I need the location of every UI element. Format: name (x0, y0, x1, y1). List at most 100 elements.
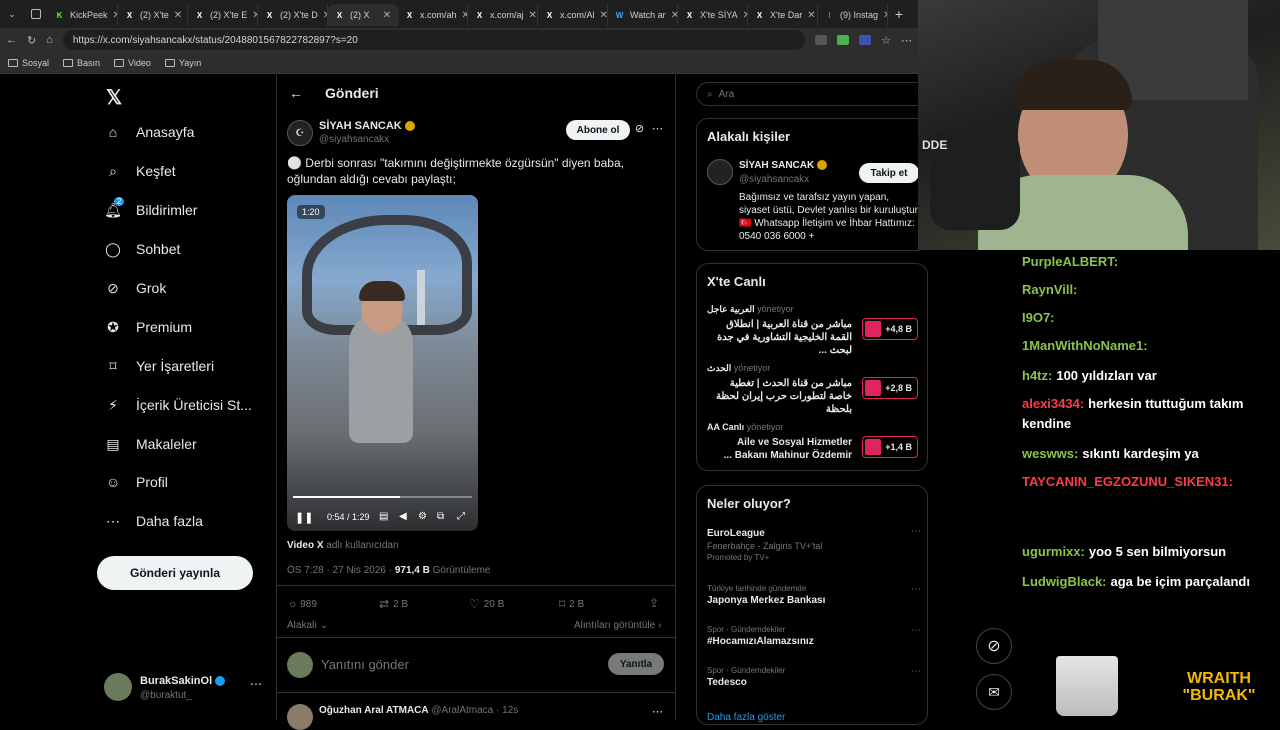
url-bar[interactable]: https://x.com/siyahsancakx/status/204880… (62, 30, 806, 50)
subscribe-button[interactable]: Abone ol (566, 120, 630, 140)
video-player[interactable]: 1:20 ❚❚ 0:54 / 1:29 ▤ ◀ ⚙ ⧉ ⤢ (287, 195, 478, 531)
nav-item-premium[interactable]: ✪ Premium (104, 318, 192, 336)
nav-item-bookmark[interactable]: ⌑ Yer İşaretleri (104, 357, 214, 375)
chat-username[interactable]: 1ManWithNoName1: (1022, 338, 1148, 353)
show-more-link[interactable]: Daha fazla göster (707, 712, 785, 723)
bookmark-folder[interactable]: Sosyal (8, 58, 49, 68)
browser-tab[interactable]: XX'te SİYA✕ (678, 4, 748, 26)
tab-list-dropdown[interactable]: ⌄ (0, 3, 24, 25)
trend-item[interactable]: Spor · Gündemdekiler Tedesco ⋯ (707, 666, 921, 688)
close-icon[interactable]: ✕ (671, 10, 677, 21)
relevant-person-name[interactable]: SİYAH SANCAK (739, 160, 814, 171)
extension-icon[interactable] (815, 35, 828, 45)
post-timestamp[interactable]: ÖS 7:28 · 27 Nis 2026 · (287, 565, 395, 576)
video-attribution-source[interactable]: Video X (287, 540, 324, 551)
chat-username[interactable]: PurpleALBERT: (1022, 254, 1118, 269)
home-browser-icon[interactable]: ⌂ (46, 34, 53, 46)
pip-icon[interactable]: ⧉ (437, 511, 444, 522)
nav-item-chat[interactable]: ◯ Sohbet (104, 240, 180, 258)
follow-button[interactable]: Takip et (859, 163, 919, 183)
browser-tab[interactable]: W Watch ar ✕ (608, 4, 678, 26)
more-dots-icon[interactable]: ⋯ (250, 677, 262, 691)
trend-item[interactable]: Türkiye tarihinde gündemde Japonya Merkez… (707, 584, 921, 606)
chat-username[interactable]: RaynVill: (1022, 282, 1077, 297)
author-avatar[interactable] (707, 159, 733, 185)
browser-tab[interactable]: X (2) X'te ✕ (118, 4, 188, 26)
grok-icon[interactable]: ⊘ (635, 122, 644, 135)
nav-item-grok[interactable]: ⊘ Grok (104, 279, 166, 297)
chat-username[interactable]: ugurmixx: (1022, 544, 1085, 559)
settings-menu-icon[interactable]: ⋯ (901, 34, 912, 47)
more-dots-icon[interactable]: ⋯ (911, 666, 921, 677)
post-button[interactable]: Gönderi yayınla (97, 556, 253, 590)
volume-icon[interactable]: ◀ (399, 511, 407, 522)
browser-tab[interactable]: Xx.com/Al ✕ (538, 4, 608, 26)
share-icon[interactable]: ⇪ (649, 596, 659, 610)
reply-button[interactable]: ○ 989 (289, 597, 317, 611)
like-button[interactable]: ♡ 20 B (469, 597, 504, 611)
settings-icon[interactable]: ⚙ (418, 511, 427, 522)
chat-username[interactable]: h4tz: (1022, 368, 1052, 383)
pause-icon[interactable]: ❚❚ (295, 511, 313, 524)
more-dots-icon[interactable]: ⋯ (652, 705, 663, 718)
close-icon[interactable]: ✕ (600, 10, 607, 21)
more-dots-icon[interactable]: ⋯ (911, 584, 921, 595)
author-name[interactable]: SİYAH SANCAK (319, 120, 402, 132)
back-arrow-icon[interactable]: ← (289, 85, 303, 101)
repost-button[interactable]: ⇄ 2 B (379, 597, 408, 611)
extension-icon[interactable] (837, 35, 850, 45)
reload-icon[interactable]: ↻ (27, 34, 36, 47)
account-switcher[interactable]: BurakSakinOl @buraktut_ ⋯ (104, 671, 264, 705)
browser-tab[interactable]: X X'te Dar ✕ (748, 4, 818, 26)
browser-tab[interactable]: X(2) X'te D✕ (258, 4, 328, 26)
new-tab-button[interactable]: + (888, 6, 910, 22)
trend-item[interactable]: EuroLeague Fenerbahçe - Zalgiris TV+'tal P… (707, 526, 921, 562)
close-icon[interactable]: ✕ (529, 10, 537, 21)
browser-tab[interactable]: X(2) X'te E✕ (188, 4, 258, 26)
nav-item-search[interactable]: ⌕ Keşfet (104, 162, 176, 180)
nav-item-bell[interactable]: 🔔︎ 2 Bildirimler (104, 197, 197, 219)
nav-item-home[interactable]: ⌂ Anasayfa (104, 123, 195, 141)
chat-username[interactable]: alexi3434: (1022, 396, 1084, 411)
browser-tab[interactable]: Xx.com/aj ✕ (468, 4, 538, 26)
captions-icon[interactable]: ▤ (379, 511, 388, 522)
video-progress-track[interactable] (293, 496, 472, 498)
bookmark-folder[interactable]: Basın (63, 58, 100, 68)
more-dots-icon[interactable]: ⋯ (911, 625, 921, 636)
author-avatar[interactable]: ☪ (287, 120, 313, 146)
grok-float-icon[interactable]: ⊘ (976, 628, 1012, 664)
reply-author-name[interactable]: Oğuzhan Aral ATMACA (319, 705, 429, 716)
reply-submit-button[interactable]: Yanıtla (608, 653, 664, 675)
x-logo-icon[interactable]: 𝕏 (106, 85, 122, 110)
chat-username[interactable]: weswws: (1022, 446, 1078, 461)
browser-tab[interactable]: Xx.com/ah✕ (398, 4, 468, 26)
browser-tab[interactable]: I(9) Instag✕ (818, 4, 888, 26)
reply-input[interactable]: Yanıtını gönder (321, 657, 551, 672)
nav-item-more[interactable]: ⋯ Daha fazla (104, 512, 203, 530)
chat-username[interactable]: LudwigBlack: (1022, 574, 1107, 589)
fullscreen-icon[interactable]: ⤢ (457, 511, 465, 522)
extension-icon[interactable] (859, 35, 872, 45)
view-quotes-link[interactable]: Alıntıları görüntüle › (574, 620, 661, 631)
bookmark-folder[interactable]: Yayın (164, 58, 201, 68)
live-item[interactable]: العربية عاجل yönetiyor مباشر من قناة الع… (707, 304, 921, 358)
bookmark-button[interactable]: ⌑ 2 B (559, 597, 584, 611)
close-icon[interactable]: ✕ (807, 10, 815, 21)
back-icon[interactable]: ← (6, 34, 17, 46)
more-dots-icon[interactable]: ⋯ (652, 122, 663, 135)
nav-item-profile[interactable]: ☺ Profil (104, 473, 168, 491)
nav-item-creator[interactable]: ⚡︎ İçerik Üreticisi St... (104, 396, 252, 414)
close-icon[interactable]: ✕ (174, 10, 182, 21)
close-icon[interactable]: ✕ (383, 10, 391, 21)
messages-float-icon[interactable]: ✉ (976, 674, 1012, 710)
live-item[interactable]: الحدث yönetiyor مباشر من قناة الحدث | تغ… (707, 363, 921, 417)
browser-tab[interactable]: KKickPeek✕ (48, 4, 118, 26)
chat-username[interactable]: TAYCANIN_EGZOZUNU_SIKEN31: (1022, 474, 1233, 489)
more-dots-icon[interactable]: ⋯ (911, 526, 921, 537)
search-box[interactable]: ⌕ Ara (696, 82, 928, 106)
browser-tab[interactable]: X (2) X ✕ (328, 4, 398, 26)
chat-username[interactable]: I9O7: (1022, 310, 1055, 325)
sort-dropdown[interactable]: Alakalı ⌄ (287, 620, 328, 631)
author-handle[interactable]: @siyahsancakx (319, 134, 389, 145)
bookmark-folder[interactable]: Video (114, 58, 151, 68)
